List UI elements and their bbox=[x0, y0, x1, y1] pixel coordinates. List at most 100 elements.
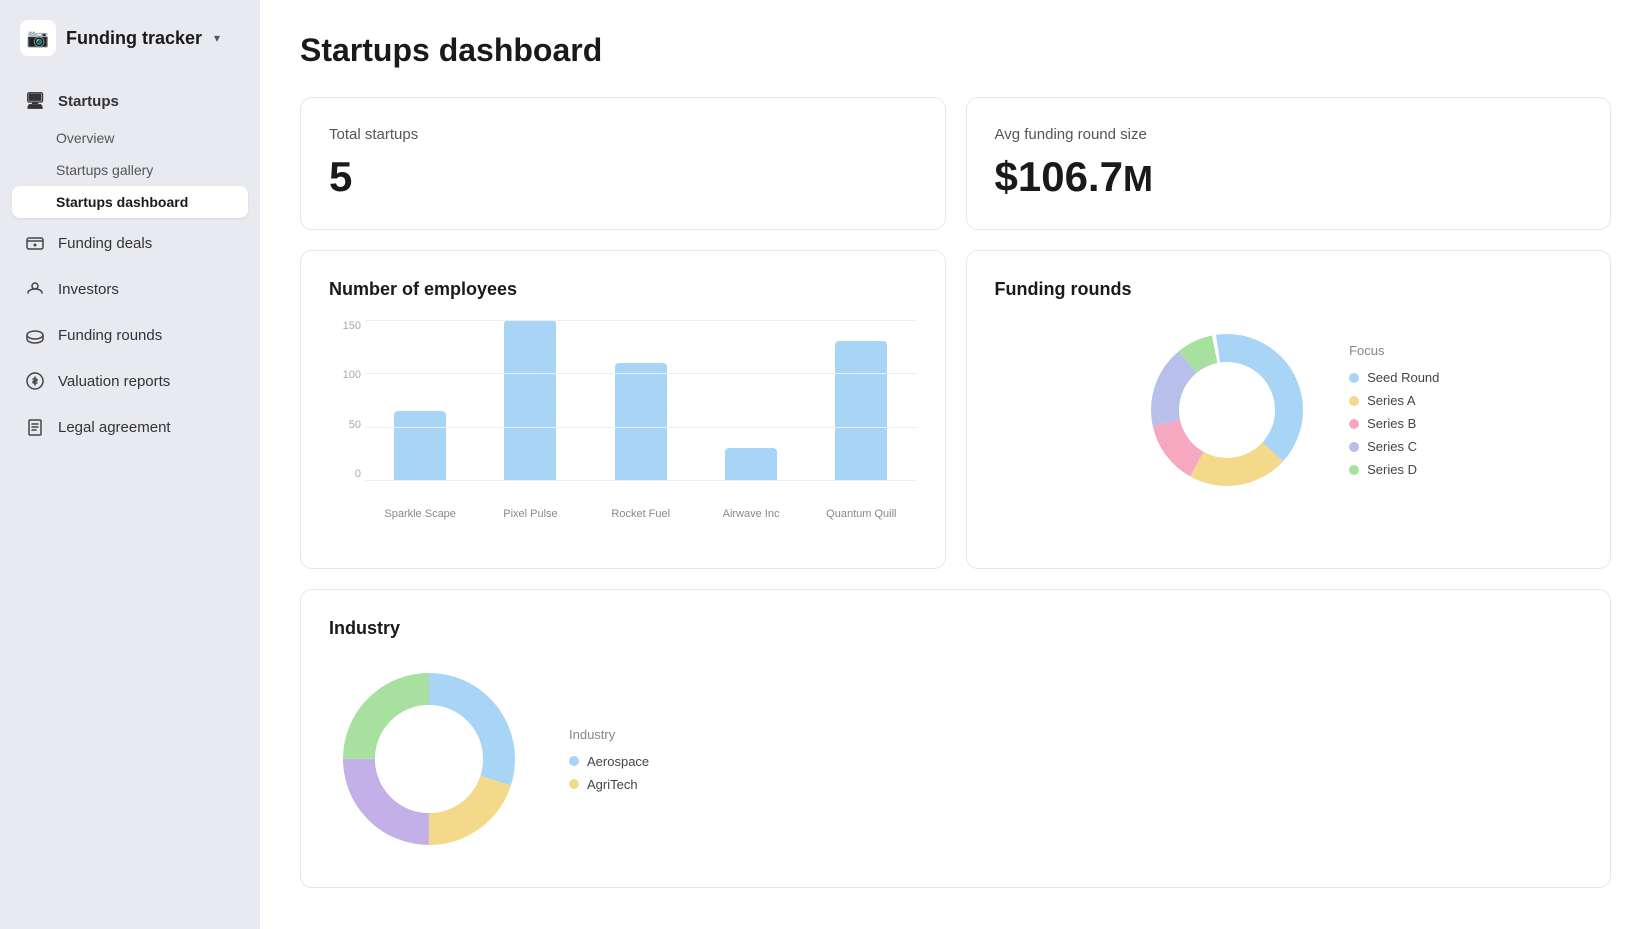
legend-series-c: Series C bbox=[1349, 439, 1439, 454]
avg-funding-card: Avg funding round size $106.7M bbox=[966, 97, 1612, 230]
legend-label-series-c: Series C bbox=[1367, 439, 1417, 454]
bar-group-sparkle bbox=[373, 411, 467, 480]
stats-row: Total startups 5 Avg funding round size … bbox=[300, 97, 1611, 230]
industry-donut-svg bbox=[329, 659, 529, 859]
total-startups-label: Total startups bbox=[329, 126, 917, 143]
sidebar-funding-rounds-label: Funding rounds bbox=[58, 327, 162, 344]
industry-donut-wrapper: Industry Aerospace AgriTech bbox=[329, 659, 1582, 859]
avg-funding-number: $106.7 bbox=[995, 153, 1123, 200]
sidebar-investors-label: Investors bbox=[58, 281, 119, 298]
sidebar-gallery-label: Startups gallery bbox=[56, 162, 153, 178]
legend-dot-seed bbox=[1349, 373, 1359, 383]
main-content: Startups dashboard Total startups 5 Avg … bbox=[260, 0, 1651, 929]
legend-label-series-b: Series B bbox=[1367, 416, 1416, 431]
bar-airwave bbox=[725, 448, 777, 480]
page-title: Startups dashboard bbox=[300, 32, 1611, 69]
avg-funding-value: $106.7M bbox=[995, 153, 1583, 201]
legend-dot-series-b bbox=[1349, 419, 1359, 429]
y-label-100: 100 bbox=[329, 369, 361, 381]
legend-label-agritech: AgriTech bbox=[587, 777, 638, 792]
sidebar-item-funding-rounds[interactable]: Funding rounds bbox=[12, 314, 248, 356]
legend-dot-aerospace bbox=[569, 756, 579, 766]
x-label-airwave: Airwave Inc bbox=[704, 504, 798, 520]
gridline-0 bbox=[365, 480, 917, 481]
employees-chart-title: Number of employees bbox=[329, 279, 917, 300]
legend-aerospace: Aerospace bbox=[569, 754, 649, 769]
sidebar-header: 📷 Funding tracker ▾ bbox=[0, 0, 260, 80]
legend-label-series-a: Series A bbox=[1367, 393, 1415, 408]
funding-deals-icon bbox=[24, 232, 46, 254]
funding-rounds-chart-card: Funding rounds Focus Seed Round bbox=[966, 250, 1612, 569]
sidebar-item-startups[interactable]: 🖥 Startups bbox=[12, 80, 248, 122]
sidebar-startups-label: Startups bbox=[58, 93, 119, 110]
sidebar-item-investors[interactable]: Investors bbox=[12, 268, 248, 310]
bar-group-quantum bbox=[814, 341, 908, 480]
sidebar-item-valuation[interactable]: Valuation reports bbox=[12, 360, 248, 402]
avg-funding-suffix: M bbox=[1123, 158, 1153, 199]
sidebar-funding-rounds-section: Funding rounds bbox=[0, 314, 260, 356]
donut-wrapper: Focus Seed Round Series A Series B bbox=[995, 320, 1583, 500]
bar-group-rocket bbox=[594, 363, 688, 480]
sidebar-sub-item-dashboard[interactable]: Startups dashboard bbox=[12, 186, 248, 218]
sidebar-startups-section: 🖥 Startups Overview Startups gallery Sta… bbox=[0, 80, 260, 218]
legend-agritech: AgriTech bbox=[569, 777, 649, 792]
bar-rocket bbox=[615, 363, 667, 480]
sidebar-legal-label: Legal agreement bbox=[58, 419, 171, 436]
legend-label-aerospace: Aerospace bbox=[587, 754, 649, 769]
funding-rounds-legend: Focus Seed Round Series A Series B bbox=[1349, 343, 1439, 477]
sidebar-sub-item-gallery[interactable]: Startups gallery bbox=[12, 154, 248, 186]
startups-icon: 🖥 bbox=[24, 90, 46, 112]
sidebar-funding-deals-label: Funding deals bbox=[58, 235, 152, 252]
x-label-quantum: Quantum Quill bbox=[814, 504, 908, 520]
funding-rounds-chart-title: Funding rounds bbox=[995, 279, 1583, 300]
sidebar-dashboard-label: Startups dashboard bbox=[56, 194, 188, 210]
bar-sparkle bbox=[394, 411, 446, 480]
legend-series-d: Series D bbox=[1349, 462, 1439, 477]
legend-dot-series-c bbox=[1349, 442, 1359, 452]
legend-series-b: Series B bbox=[1349, 416, 1439, 431]
y-label-0: 0 bbox=[329, 468, 361, 480]
total-startups-value: 5 bbox=[329, 153, 917, 201]
sidebar-item-legal[interactable]: Legal agreement bbox=[12, 406, 248, 448]
bar-chart-container: 150 100 50 0 Sparkle Scape Pixel Pulse R… bbox=[329, 320, 917, 540]
legend-label-seed: Seed Round bbox=[1367, 370, 1439, 385]
y-label-50: 50 bbox=[329, 419, 361, 431]
sidebar-item-funding-deals[interactable]: Funding deals bbox=[12, 222, 248, 264]
legend-title: Focus bbox=[1349, 343, 1439, 358]
sidebar-overview-label: Overview bbox=[56, 130, 114, 146]
y-axis: 150 100 50 0 bbox=[329, 320, 361, 480]
x-axis: Sparkle Scape Pixel Pulse Rocket Fuel Ai… bbox=[365, 504, 917, 520]
charts-row: Number of employees bbox=[300, 250, 1611, 569]
legend-dot-series-d bbox=[1349, 465, 1359, 475]
industry-card: Industry Industry Aerospace AgriTe bbox=[300, 589, 1611, 888]
sidebar-legal-section: Legal agreement bbox=[0, 406, 260, 448]
industry-chart-title: Industry bbox=[329, 618, 1582, 639]
x-label-rocket: Rocket Fuel bbox=[594, 504, 688, 520]
y-label-150: 150 bbox=[329, 320, 361, 332]
industry-legend: Industry Aerospace AgriTech bbox=[569, 727, 649, 792]
bars-container bbox=[365, 320, 917, 480]
legend-seed: Seed Round bbox=[1349, 370, 1439, 385]
avg-funding-label: Avg funding round size bbox=[995, 126, 1583, 143]
sidebar-valuation-label: Valuation reports bbox=[58, 373, 170, 390]
sidebar-sub-item-overview[interactable]: Overview bbox=[12, 122, 248, 154]
legend-series-a: Series A bbox=[1349, 393, 1439, 408]
donut-svg bbox=[1137, 320, 1317, 500]
bar-quantum bbox=[835, 341, 887, 480]
bar-group-pixel bbox=[483, 320, 577, 480]
app-logo-icon: 📷 bbox=[20, 20, 56, 56]
gridline-100 bbox=[365, 373, 917, 374]
app-title: Funding tracker bbox=[66, 28, 202, 49]
gridline-50 bbox=[365, 427, 917, 428]
sidebar-funding-deals-section: Funding deals bbox=[0, 222, 260, 264]
legend-dot-series-a bbox=[1349, 396, 1359, 406]
valuation-icon bbox=[24, 370, 46, 392]
app-title-chevron: ▾ bbox=[214, 31, 220, 45]
employees-chart-card: Number of employees bbox=[300, 250, 946, 569]
funding-rounds-icon bbox=[24, 324, 46, 346]
sidebar-investors-section: Investors bbox=[0, 268, 260, 310]
sidebar: 📷 Funding tracker ▾ 🖥 Startups Overview … bbox=[0, 0, 260, 929]
legal-icon bbox=[24, 416, 46, 438]
x-label-sparkle: Sparkle Scape bbox=[373, 504, 467, 520]
industry-legend-title: Industry bbox=[569, 727, 649, 742]
